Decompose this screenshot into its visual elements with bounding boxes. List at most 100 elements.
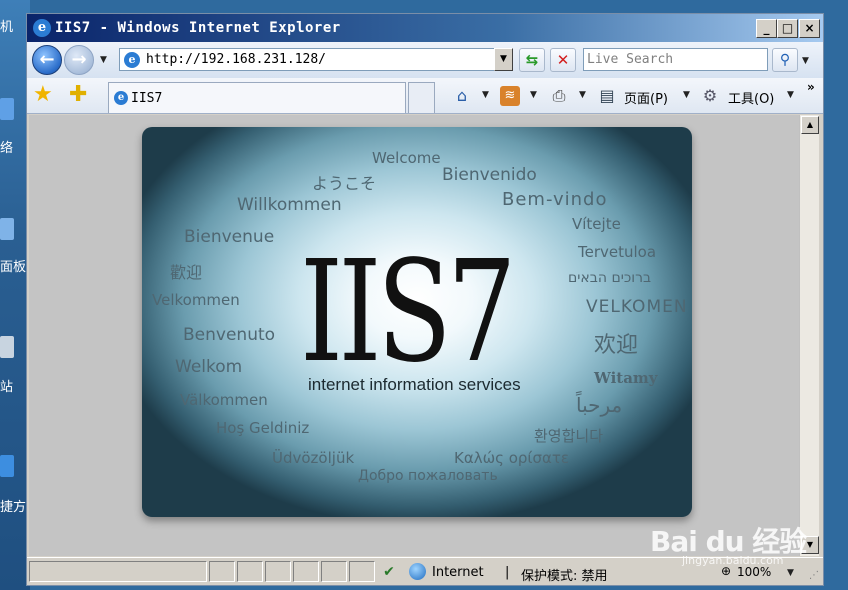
iis7-welcome-banner: Welcome ようこそ Bienvenido Bem-vindo Willko…: [142, 127, 692, 517]
tools-menu[interactable]: 工具(O): [728, 88, 774, 107]
zoom-dropdown-icon[interactable]: ▼: [787, 568, 794, 578]
resize-grip-icon[interactable]: ⋰: [809, 570, 819, 581]
ie-shortcut-icon[interactable]: [0, 455, 14, 477]
welcome-word: ようこそ: [312, 174, 377, 193]
address-field[interactable]: e http://192.168.231.128/: [119, 48, 513, 71]
welcome-word: Velkommen: [152, 291, 240, 309]
iis7-logo-title: IIS7: [300, 231, 517, 394]
add-favorite-icon[interactable]: ✚: [69, 84, 87, 106]
desktop-label-shortcut[interactable]: 捷方: [0, 496, 26, 515]
welcome-word: Willkommen: [237, 195, 342, 215]
security-check-icon[interactable]: ✔: [379, 562, 399, 582]
ie-logo-icon: e: [33, 19, 51, 37]
minimize-button[interactable]: _: [756, 19, 777, 38]
welcome-word: Welcome: [372, 149, 441, 167]
toolbar-overflow-button[interactable]: »: [807, 80, 815, 94]
forward-arrow-icon: →: [71, 49, 87, 70]
search-options-dropdown-icon[interactable]: ▼: [802, 56, 809, 66]
desktop-label-computer[interactable]: 机: [0, 16, 13, 35]
status-cell: [209, 561, 235, 582]
network-icon[interactable]: [0, 98, 14, 120]
forward-button[interactable]: →: [64, 45, 94, 75]
welcome-word: 환영합니다: [534, 427, 604, 445]
watermark-url: jingyan.baidu.com: [682, 554, 784, 567]
address-toolbar: ← → ▼ e http://192.168.231.128/ ▼ ⇆ ✕ Li…: [27, 42, 823, 78]
title-bar[interactable]: e IIS7 - Windows Internet Explorer _ □ ×: [27, 14, 823, 42]
magnifier-icon: ⚲: [779, 52, 791, 68]
welcome-word: Bienvenido: [442, 165, 537, 185]
protected-mode-label[interactable]: 保护模式: 禁用: [521, 565, 608, 584]
welcome-word: Vítejte: [572, 215, 621, 233]
page-dropdown-icon[interactable]: ▼: [683, 90, 690, 100]
close-button[interactable]: ×: [799, 19, 820, 38]
back-arrow-icon: ←: [39, 49, 55, 70]
tab-title: IIS7: [131, 91, 163, 106]
page-icon[interactable]: ▤: [597, 86, 617, 106]
new-tab-button[interactable]: [408, 82, 435, 113]
back-button[interactable]: ←: [32, 45, 62, 75]
welcome-word: ברוכים הבאים: [568, 270, 652, 286]
ie-window: e IIS7 - Windows Internet Explorer _ □ ×…: [26, 13, 824, 586]
stop-button[interactable]: ✕: [550, 48, 576, 72]
home-dropdown-icon[interactable]: ▼: [482, 90, 489, 100]
page-content: Welcome ようこそ Bienvenido Bem-vindo Willko…: [29, 115, 799, 556]
zoom-level[interactable]: 100%: [737, 565, 771, 579]
welcome-word: VELKOMEN: [586, 297, 688, 317]
feeds-dropdown-icon[interactable]: ▼: [530, 90, 537, 100]
welcome-word: Welkom: [175, 357, 243, 377]
recent-pages-dropdown-icon[interactable]: ▼: [100, 55, 107, 65]
welcome-word: Tervetuloa: [578, 243, 657, 261]
welcome-word: Üdvözöljük: [272, 449, 355, 467]
welcome-word: مرحباً: [576, 393, 623, 417]
welcome-word: Benvenuto: [183, 325, 276, 345]
refresh-icon: ⇆: [525, 51, 539, 69]
status-cell: [349, 561, 375, 582]
favorites-star-icon[interactable]: ★: [33, 84, 53, 106]
window-title: IIS7 - Windows Internet Explorer: [55, 20, 341, 36]
search-placeholder: Live Search: [587, 52, 674, 67]
stop-icon: ✕: [556, 51, 570, 69]
command-toolbar: ★ ✚ e IIS7 ⌂ ▼ ≋ ▼ ⎙ ▼ ▤ 页面(P) ▼ ⚙ 工具(O)…: [27, 78, 823, 114]
address-dropdown-button[interactable]: ▼: [494, 48, 513, 71]
security-zone-label[interactable]: Internet: [432, 565, 484, 580]
status-separator: |: [505, 565, 510, 580]
recycle-bin-icon[interactable]: [0, 336, 14, 358]
baidu-watermark: Bai du 经验 jingyan.baidu.com: [650, 520, 807, 567]
tab-ie-icon: e: [114, 91, 128, 105]
welcome-word: Добро пожаловать: [358, 468, 498, 484]
welcome-word: Bienvenue: [184, 227, 275, 247]
feeds-icon[interactable]: ≋: [500, 86, 520, 106]
page-menu[interactable]: 页面(P): [624, 88, 668, 107]
welcome-word: 歡迎: [170, 263, 203, 282]
desktop-label-network[interactable]: 络: [0, 137, 13, 156]
status-text-cell: [29, 561, 207, 582]
search-input[interactable]: Live Search: [583, 48, 768, 71]
welcome-word: Hoş Geldiniz: [216, 419, 310, 437]
status-cell: [321, 561, 347, 582]
page-ie-icon: e: [124, 52, 140, 68]
print-icon[interactable]: ⎙: [549, 86, 569, 106]
refresh-button[interactable]: ⇆: [519, 48, 545, 72]
status-cell: [293, 561, 319, 582]
tools-dropdown-icon[interactable]: ▼: [787, 90, 794, 100]
search-button[interactable]: ⚲: [772, 48, 798, 72]
status-cell: [237, 561, 263, 582]
status-cell: [265, 561, 291, 582]
maximize-button[interactable]: □: [777, 19, 798, 38]
internet-zone-globe-icon: [409, 563, 426, 580]
desktop-label-recycle-bin[interactable]: 站: [0, 376, 13, 395]
welcome-word: Bem-vindo: [502, 189, 608, 210]
print-dropdown-icon[interactable]: ▼: [579, 90, 586, 100]
welcome-word: Witamy: [594, 369, 658, 387]
vertical-scrollbar[interactable]: ▲ ▼: [799, 115, 819, 556]
tab-iis7[interactable]: e IIS7: [108, 82, 406, 113]
welcome-word: Καλώς ορίσατε: [454, 449, 570, 467]
tools-gear-icon[interactable]: ⚙: [700, 86, 720, 106]
desktop-label-control-panel[interactable]: 面板: [0, 256, 26, 275]
address-url[interactable]: http://192.168.231.128/: [146, 52, 326, 67]
control-panel-icon[interactable]: [0, 218, 14, 240]
welcome-word: 欢迎: [594, 333, 639, 358]
welcome-word: Välkommen: [180, 391, 268, 409]
home-icon[interactable]: ⌂: [452, 86, 472, 106]
scroll-up-button[interactable]: ▲: [801, 116, 819, 134]
